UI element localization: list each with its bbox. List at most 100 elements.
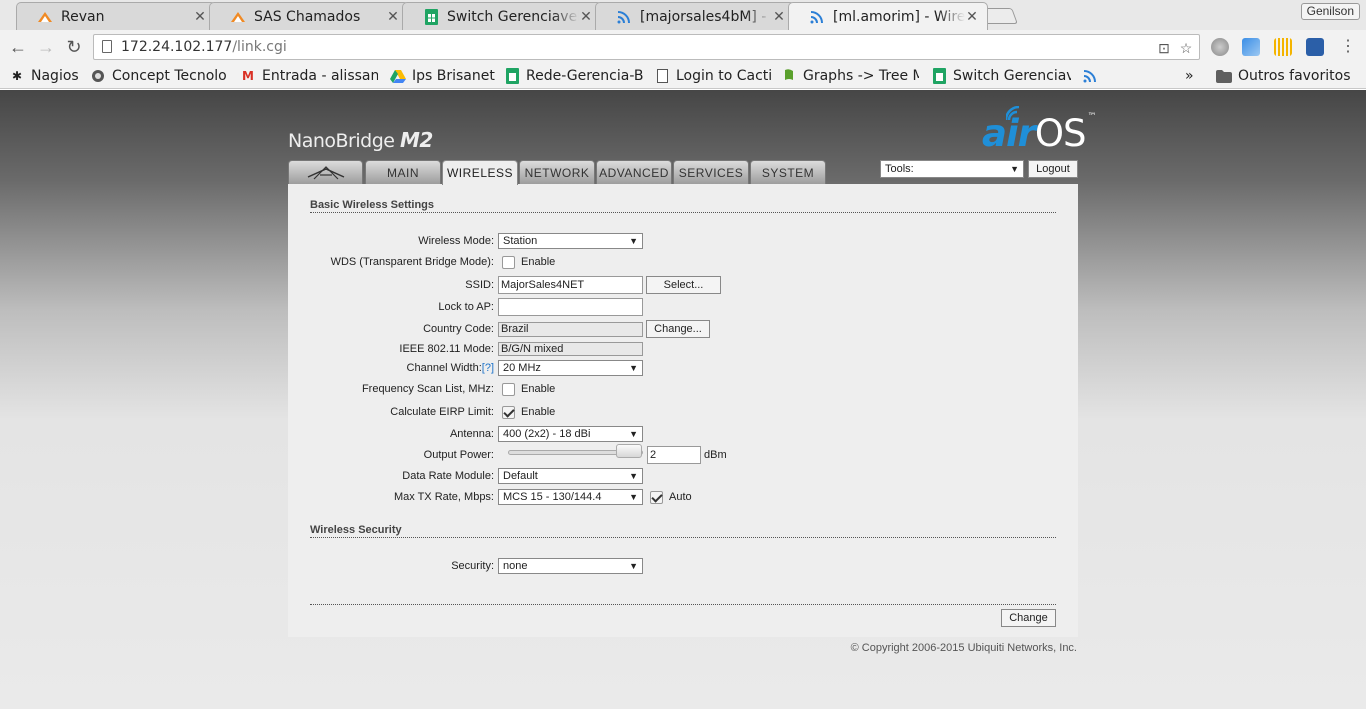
lock-to-ap-input[interactable] [498, 298, 643, 316]
channel-width-select[interactable]: 20 MHz ▼ [498, 360, 643, 376]
tab-main[interactable]: MAIN [365, 160, 441, 184]
wifi-icon [616, 9, 632, 25]
eirp-label: Calculate EIRP Limit: [390, 406, 494, 418]
close-icon[interactable]: ✕ [965, 9, 979, 25]
bookmarks-bar: ✱ Nagios Concept Tecnolo M Entrada - aliss… [0, 63, 1366, 89]
eirp-checkbox[interactable] [502, 406, 515, 419]
max-tx-rate-label: Max TX Rate, Mbps: [393, 491, 494, 503]
browser-tab-switch-gerenciavel[interactable]: Switch Gerenciavel ✕ [402, 2, 602, 30]
wireless-mode-select[interactable]: Station ▼ [498, 233, 643, 249]
device-model: M2 [400, 128, 433, 152]
reload-icon[interactable]: ↻ [64, 37, 84, 57]
close-icon[interactable]: ✕ [772, 9, 786, 25]
menu-icon[interactable]: ⋮ [1338, 37, 1358, 57]
bookmark-graphs-tree[interactable]: Graphs -> Tree M [781, 66, 919, 86]
ubiquiti-icon [37, 9, 53, 25]
folder-icon [1216, 68, 1232, 84]
profile-badge[interactable]: Genilson [1300, 3, 1360, 20]
forward-arrow-icon[interactable]: → [36, 37, 56, 57]
close-icon[interactable]: ✕ [579, 9, 593, 25]
browser-tab-ml-amorim[interactable]: [ml.amorim] - Wirel ✕ [788, 2, 988, 30]
ssid-select-button[interactable]: Select... [646, 276, 721, 294]
extension-network-icon[interactable] [1306, 38, 1324, 56]
dropdown-arrow-icon: ▼ [629, 236, 638, 246]
change-button[interactable]: Change [1001, 609, 1056, 627]
url-path: /link.cgi [232, 39, 287, 55]
bookmark-rede-gerencia[interactable]: Rede-Gerencia-B [504, 66, 644, 86]
ssid-input[interactable]: MajorSales4NET [498, 276, 643, 294]
page-icon [654, 68, 670, 84]
country-change-button[interactable]: Change... [646, 320, 710, 338]
browser-tab-revan[interactable]: Revan ✕ [16, 2, 216, 30]
max-tx-rate-select[interactable]: MCS 15 - 130/144.4 ▼ [498, 489, 643, 505]
bookmarks-overflow-button[interactable]: » [1185, 66, 1199, 86]
bookmark-concept[interactable]: Concept Tecnolo [90, 66, 230, 86]
output-power-slider-handle[interactable] [616, 444, 642, 458]
freq-scan-enable-label: Enable [521, 383, 556, 395]
close-icon[interactable]: ✕ [193, 9, 207, 25]
browser-tab-title: Revan [61, 8, 105, 25]
cacti-icon [781, 68, 797, 84]
translate-icon[interactable]: ⊡ [1156, 40, 1172, 56]
extension-translate-icon[interactable] [1242, 38, 1260, 56]
ubiquiti-logo-icon [307, 166, 344, 180]
browser-tab-sas-chamados[interactable]: SAS Chamados ✕ [209, 2, 409, 30]
wireless-security-title: Wireless Security [310, 524, 402, 536]
antenna-select[interactable]: 400 (2x2) - 18 dBi ▼ [498, 426, 643, 442]
wireless-settings-panel: Basic Wireless Settings Wireless Mode: S… [288, 184, 1078, 637]
extension-globe-icon[interactable] [1211, 38, 1229, 56]
wifi-icon [809, 9, 825, 25]
star-icon[interactable]: ☆ [1178, 40, 1194, 56]
page-info-icon[interactable] [102, 40, 112, 53]
browser-tab-title: Switch Gerenciavel [447, 8, 579, 25]
tab-system[interactable]: SYSTEM [750, 160, 826, 184]
country-code-field: Brazil [498, 322, 643, 337]
section-divider [310, 537, 1056, 538]
url-text: 172.24.102.177/link.cgi [121, 39, 287, 55]
output-power-unit: dBm [704, 449, 727, 461]
channel-width-help-link[interactable]: [?] [482, 362, 494, 374]
ieee-mode-label: IEEE 802.11 Mode: [399, 343, 494, 355]
data-rate-module-select[interactable]: Default ▼ [498, 468, 643, 484]
address-bar[interactable]: 172.24.102.177/link.cgi ⊡ ☆ [93, 34, 1200, 60]
extension-audio-icon[interactable] [1274, 38, 1292, 56]
nagios-icon: ✱ [11, 69, 23, 83]
close-icon[interactable]: ✕ [386, 9, 400, 25]
sheets-icon [423, 8, 439, 25]
freq-scan-checkbox[interactable] [502, 383, 515, 396]
basic-wireless-settings-title: Basic Wireless Settings [310, 199, 435, 211]
output-power-label: Output Power: [423, 449, 494, 461]
wds-checkbox[interactable] [502, 256, 515, 269]
tools-select[interactable]: Tools: ▼ [880, 160, 1024, 178]
country-code-label: Country Code: [423, 323, 494, 335]
logout-button[interactable]: Logout [1028, 160, 1078, 178]
dropdown-arrow-icon: ▼ [629, 492, 638, 502]
tab-services[interactable]: SERVICES [673, 160, 749, 184]
sheets-icon [931, 68, 947, 84]
bookmark-switch-gerenciavel[interactable]: Switch Gerenciav [931, 66, 1071, 86]
security-select[interactable]: none ▼ [498, 558, 643, 574]
max-tx-auto-checkbox[interactable] [650, 491, 663, 504]
bookmark-login-cacti[interactable]: Login to Cacti [654, 66, 772, 86]
bookmark-gmail[interactable]: M Entrada - alissan [240, 66, 378, 86]
ieee-mode-field: B/G/N mixed [498, 342, 643, 356]
tab-ubiquiti-logo[interactable] [288, 160, 363, 184]
tab-advanced[interactable]: ADVANCED [596, 160, 672, 184]
freq-scan-label: Frequency Scan List, MHz: [361, 383, 494, 395]
bookmark-other-folder[interactable]: Outros favoritos [1216, 66, 1356, 86]
lock-to-ap-label: Lock to AP: [438, 301, 494, 313]
eirp-enable-label: Enable [521, 406, 556, 418]
dropdown-arrow-icon: ▼ [629, 561, 638, 571]
back-arrow-icon[interactable]: ← [8, 37, 28, 57]
tab-network[interactable]: NETWORK [519, 160, 595, 184]
section-divider [310, 212, 1056, 213]
airos-logo: airOS ™ [982, 112, 1097, 155]
bookmark-nagios[interactable]: ✱ Nagios [9, 66, 81, 86]
tab-wireless[interactable]: WIRELESS [442, 160, 518, 185]
bookmark-ips-brisanet[interactable]: Ips Brisanet [390, 66, 498, 86]
data-rate-module-label: Data Rate Module: [402, 470, 494, 482]
browser-tab-strip: Revan ✕ SAS Chamados ✕ Switch Gerenciave… [0, 0, 1366, 30]
browser-tab-majorsales[interactable]: [majorsales4bM] - M ✕ [595, 2, 795, 30]
output-power-input[interactable]: 2 [647, 446, 701, 464]
bookmark-wifi[interactable] [1082, 66, 1102, 86]
